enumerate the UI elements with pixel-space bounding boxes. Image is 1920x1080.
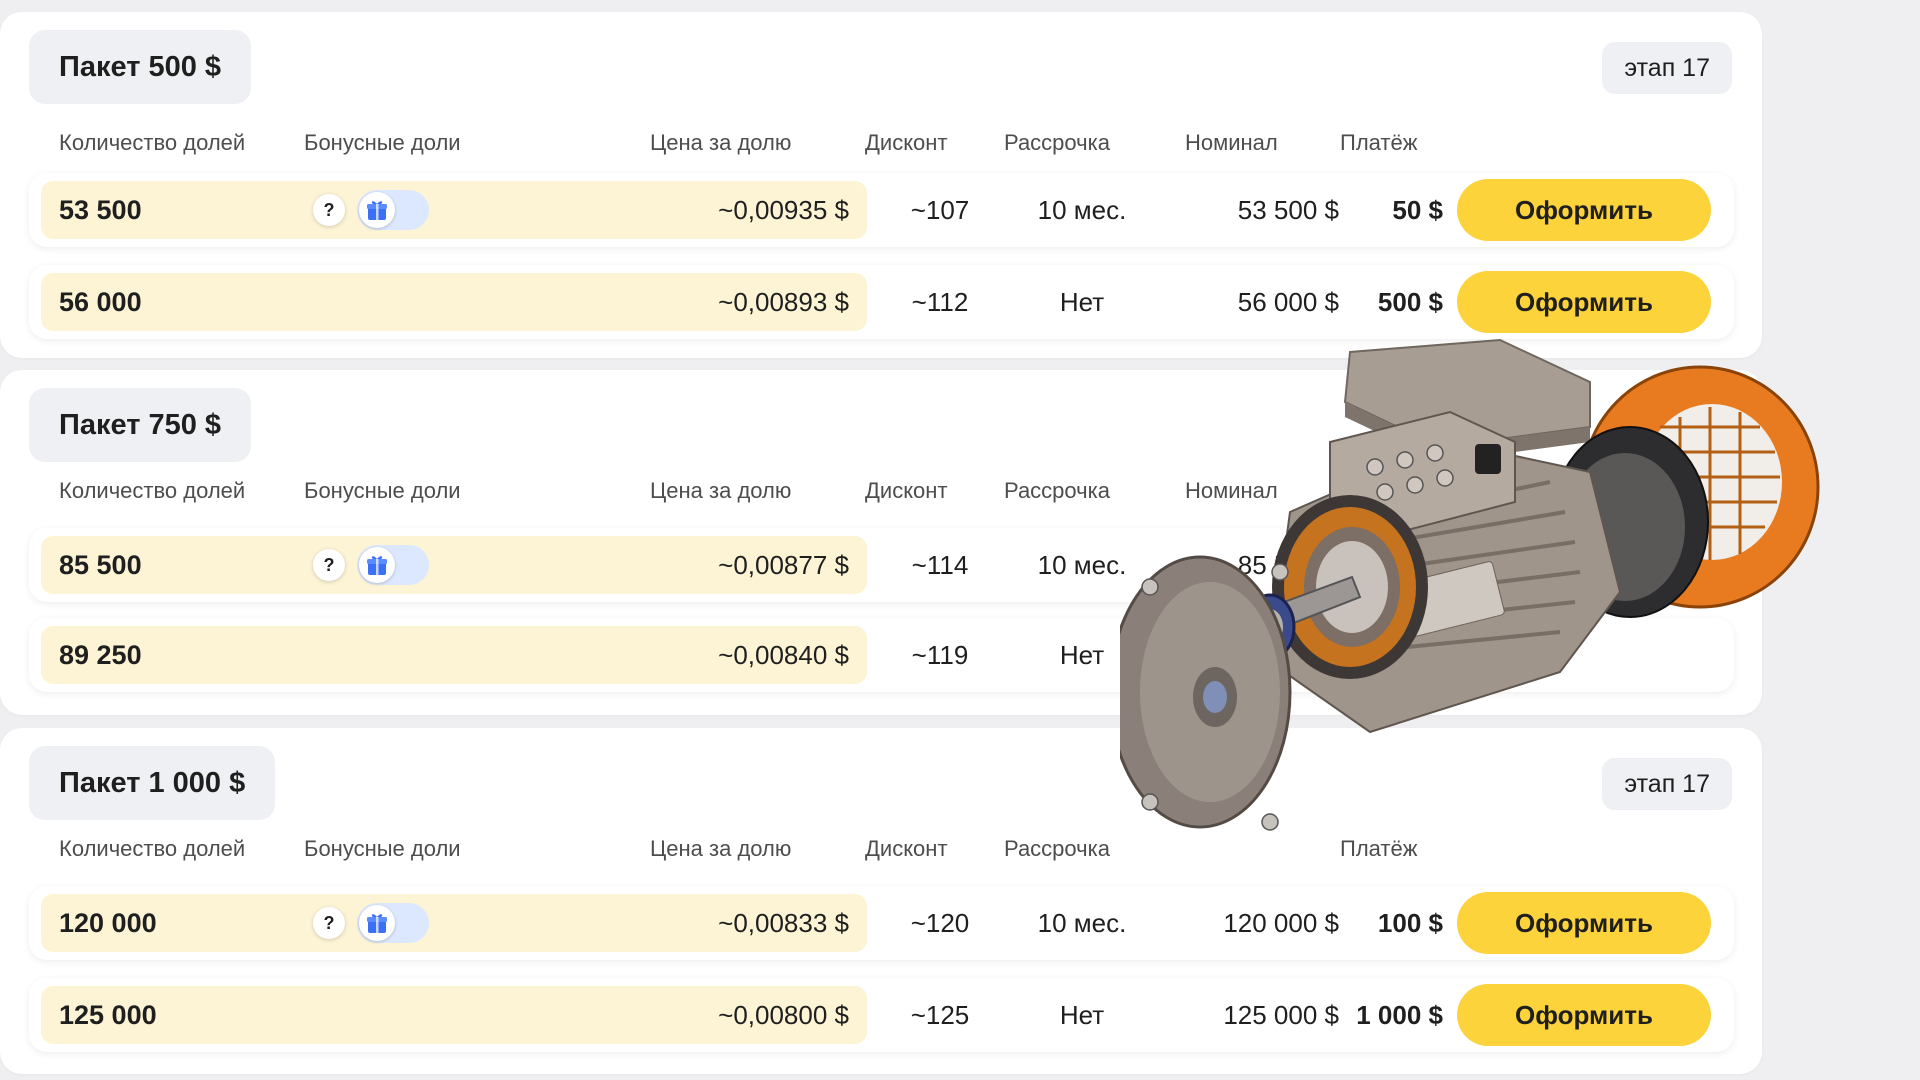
- quantity-value: 89 250: [59, 639, 142, 670]
- stage-badge: этап 17: [1602, 42, 1732, 94]
- col-header-nominal: Номинал: [1185, 130, 1278, 155]
- quantity-value: 120 000: [59, 907, 157, 938]
- installment-value: 10 мес.: [1037, 194, 1127, 225]
- price-per-share: ~0,00893 $: [718, 286, 849, 317]
- price-per-share: ~0,00800 $: [718, 999, 849, 1030]
- payment-value: 1 000 $: [1356, 999, 1443, 1030]
- page: Пакет 500 $ этап 17 Количество долей Бон…: [0, 0, 1920, 1080]
- col-header-bonus: Бонусные доли: [304, 836, 461, 861]
- table-row: 89 250 ~0,00840 $ ~119 Нет 50 $: [29, 618, 1734, 692]
- col-header-discount: Дисконт: [865, 130, 948, 155]
- discount-value: ~119: [911, 639, 969, 670]
- installment-value: 10 мес.: [1037, 549, 1127, 580]
- installment-value: Нет: [1059, 286, 1105, 317]
- col-header-price: Цена за долю: [650, 130, 792, 155]
- price-per-share: ~0,00840 $: [718, 639, 849, 670]
- col-header-installment: Рассрочка: [1004, 836, 1110, 861]
- discount-value: ~120: [910, 907, 970, 938]
- table-row: 120 000 ? ~0,00833 $ ~120 10 мес. 120 00…: [29, 886, 1734, 960]
- package-card-500: Пакет 500 $ этап 17 Количество долей Бон…: [0, 12, 1762, 358]
- package-card-750: Пакет 750 $ Количество долей Бонусные до…: [0, 370, 1762, 715]
- col-header-quantity: Количество долей: [59, 836, 246, 861]
- gift-icon: [359, 192, 395, 228]
- stage-badge: этап 17: [1602, 758, 1732, 810]
- discount-value: ~107: [910, 194, 970, 225]
- package-title: Пакет 500 $: [29, 30, 252, 104]
- package-card-1000: Пакет 1 000 $ этап 17 Количество долей Б…: [0, 728, 1762, 1074]
- col-header-nominal: Номинал: [1185, 478, 1278, 503]
- col-header-installment: Рассрочка: [1004, 130, 1110, 155]
- discount-value: ~114: [911, 549, 969, 580]
- col-header-quantity: Количество долей: [59, 130, 246, 155]
- nominal-value: 53 500 $: [1237, 194, 1339, 225]
- installment-value: 10 мес.: [1037, 907, 1127, 938]
- gift-icon: [359, 547, 395, 583]
- quantity-value: 125 000: [59, 999, 157, 1030]
- bonus-help-button[interactable]: ?: [313, 907, 345, 939]
- bonus-help-button[interactable]: ?: [313, 194, 345, 226]
- nominal-value: 50 $: [1288, 639, 1339, 670]
- gift-icon: [359, 905, 395, 941]
- order-button[interactable]: Оформить: [1457, 179, 1711, 241]
- order-button[interactable]: Оформить: [1457, 984, 1711, 1046]
- nominal-value: 85 500 $: [1237, 549, 1339, 580]
- bonus-help-button[interactable]: ?: [313, 549, 345, 581]
- bonus-gift-toggle[interactable]: [357, 545, 429, 585]
- price-per-share: ~0,00935 $: [718, 194, 849, 225]
- quantity-value: 85 500: [59, 549, 142, 580]
- col-header-price: Цена за долю: [650, 836, 792, 861]
- table-row: 125 000 ~0,00800 $ ~125 Нет 125 000 $ 1 …: [29, 978, 1734, 1052]
- col-header-discount: Дисконт: [865, 478, 948, 503]
- payment-value: 100 $: [1377, 907, 1443, 938]
- discount-value: ~112: [911, 286, 969, 317]
- price-per-share: ~0,00877 $: [718, 549, 849, 580]
- table-row: 56 000 ~0,00893 $ ~112 Нет 56 000 $ 500 …: [29, 265, 1734, 339]
- col-header-installment: Рассрочка: [1004, 478, 1110, 503]
- payment-value: 500 $: [1377, 286, 1443, 317]
- table-row: 53 500 ? ~0,00935 $ ~107 10 мес. 53 500 …: [29, 173, 1734, 247]
- column-headers: Количество долей Бонусные доли Цена за д…: [0, 836, 1762, 866]
- installment-value: Нет: [1059, 999, 1105, 1030]
- col-header-price: Цена за долю: [650, 478, 792, 503]
- col-header-bonus: Бонусные доли: [304, 478, 461, 503]
- nominal-value: 56 000 $: [1237, 286, 1339, 317]
- package-title: Пакет 750 $: [29, 388, 252, 462]
- order-button[interactable]: Оформить: [1457, 271, 1711, 333]
- bonus-gift-toggle[interactable]: [357, 903, 429, 943]
- installment-value: Нет: [1059, 639, 1105, 670]
- discount-value: ~125: [910, 999, 970, 1030]
- price-per-share: ~0,00833 $: [718, 907, 849, 938]
- col-header-payment: Платёж: [1340, 836, 1418, 861]
- package-title: Пакет 1 000 $: [29, 746, 276, 820]
- nominal-value: 120 000 $: [1223, 907, 1339, 938]
- col-header-payment: Платёж: [1340, 130, 1418, 155]
- col-header-discount: Дисконт: [865, 836, 948, 861]
- column-headers: Количество долей Бонусные доли Цена за д…: [0, 130, 1762, 160]
- payment-value: 50 $: [1392, 194, 1443, 225]
- col-header-bonus: Бонусные доли: [304, 130, 461, 155]
- col-header-payment: Платёж: [1340, 478, 1418, 503]
- table-row: 85 500 ? ~0,00877 $ ~114 10 мес. 85 500 …: [29, 528, 1734, 602]
- col-header-quantity: Количество долей: [59, 478, 246, 503]
- column-headers: Количество долей Бонусные доли Цена за д…: [0, 478, 1762, 508]
- bonus-gift-toggle[interactable]: [357, 190, 429, 230]
- quantity-value: 53 500: [59, 194, 142, 225]
- nominal-value: 125 000 $: [1223, 999, 1339, 1030]
- order-button[interactable]: Оформить: [1457, 892, 1711, 954]
- quantity-value: 56 000: [59, 286, 142, 317]
